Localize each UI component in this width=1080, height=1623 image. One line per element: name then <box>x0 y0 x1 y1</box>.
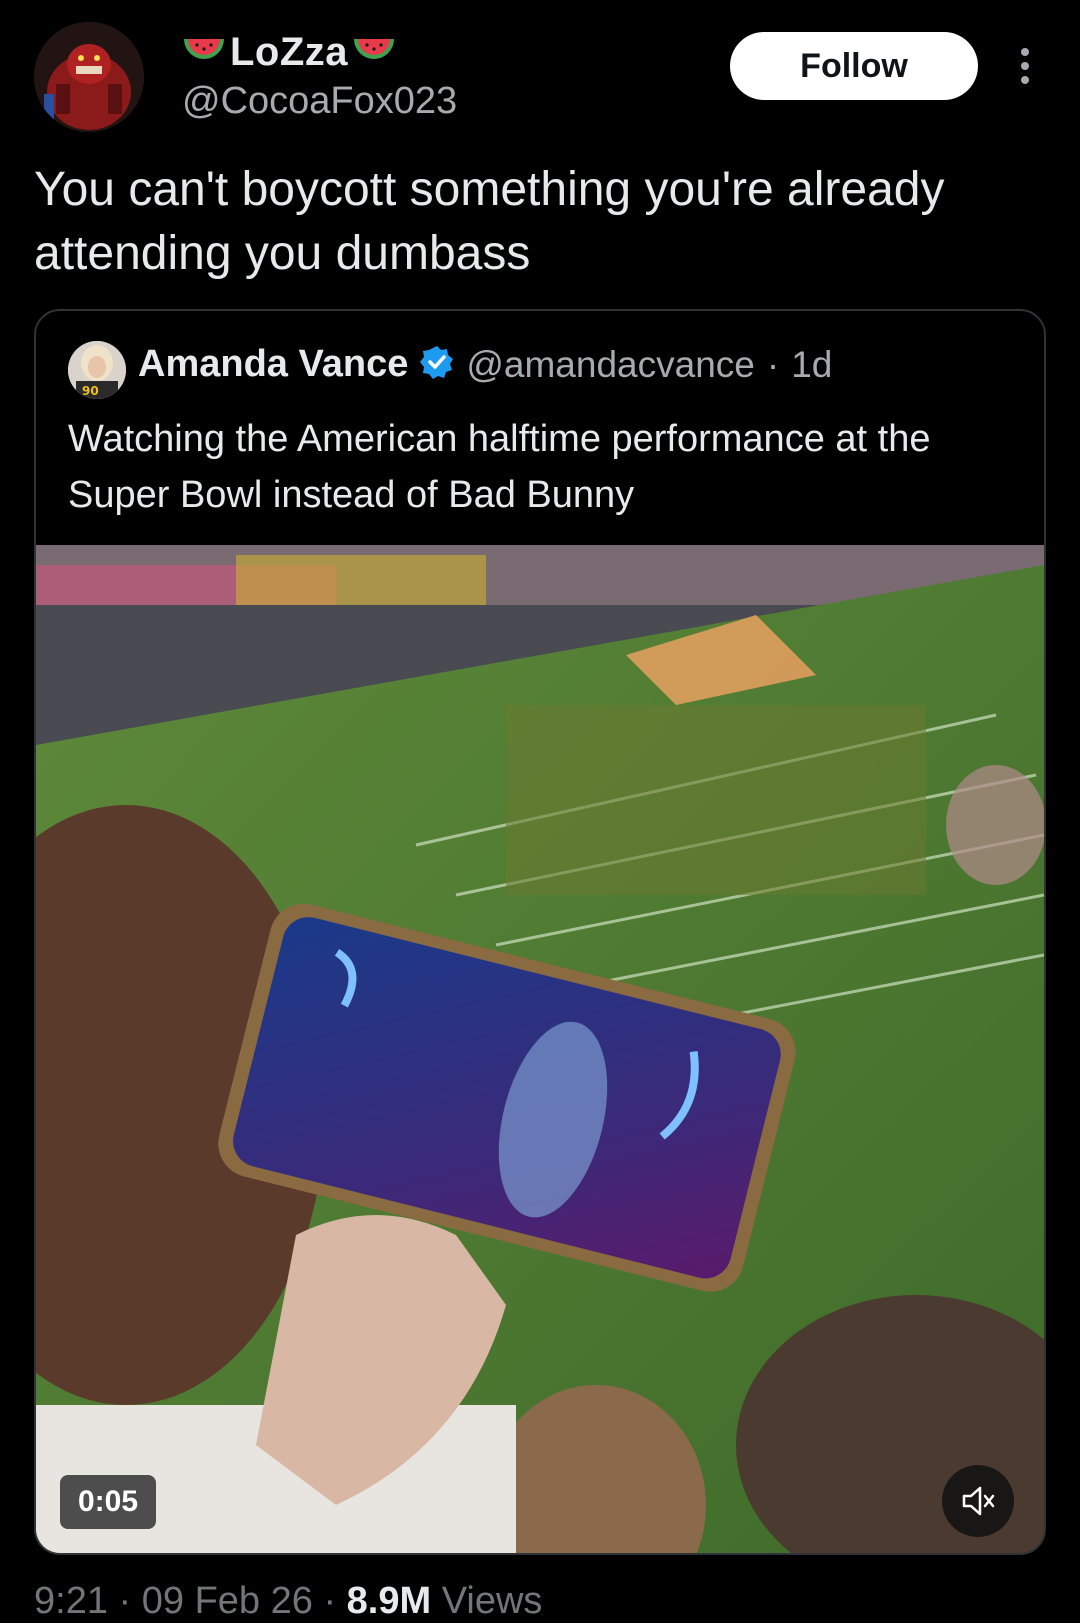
tweet-date[interactable]: 09 Feb 26 <box>142 1580 313 1622</box>
more-icon[interactable] <box>1010 44 1040 88</box>
tweet-text: You can't boycott something you're alrea… <box>34 163 945 280</box>
author-handle[interactable]: @CocoaFox023 <box>182 80 457 123</box>
mute-icon[interactable] <box>942 1465 1014 1537</box>
svg-text:90: 90 <box>82 384 99 398</box>
follow-button[interactable]: Follow <box>730 32 978 100</box>
video-duration: 0:05 <box>60 1475 156 1529</box>
separator: · <box>323 1580 337 1622</box>
watermelon-icon <box>182 35 226 70</box>
quoted-header: Amanda Vance @amandacvance · 1d <box>138 343 832 386</box>
verified-badge-icon <box>420 345 454 384</box>
quoted-author-avatar[interactable]: 90 <box>68 341 126 399</box>
watermelon-icon <box>352 35 396 70</box>
tweet-meta: 9:21 · 09 Feb 26 · 8.9M Views <box>34 1580 542 1623</box>
video-player[interactable]: 0:05 <box>36 545 1044 1553</box>
author-avatar[interactable] <box>34 22 144 132</box>
quoted-tweet[interactable]: 90 Amanda Vance @amandacvance · 1d Watch… <box>34 309 1046 1555</box>
quoted-age: 1d <box>791 343 833 385</box>
quoted-author-handle[interactable]: @amandacvance <box>466 344 755 386</box>
views-count: 8.9M <box>346 1580 432 1622</box>
author-name-row[interactable]: LoZza <box>182 30 396 75</box>
separator: · <box>118 1580 132 1622</box>
separator: · <box>766 343 780 385</box>
author-display-name: LoZza <box>230 30 349 74</box>
quoted-author-name[interactable]: Amanda Vance <box>138 343 408 386</box>
tweet-time[interactable]: 9:21 <box>34 1580 108 1622</box>
quoted-text: Watching the American halftime performan… <box>68 418 931 516</box>
views-label: Views <box>441 1580 543 1622</box>
video-frame <box>36 545 1044 1553</box>
